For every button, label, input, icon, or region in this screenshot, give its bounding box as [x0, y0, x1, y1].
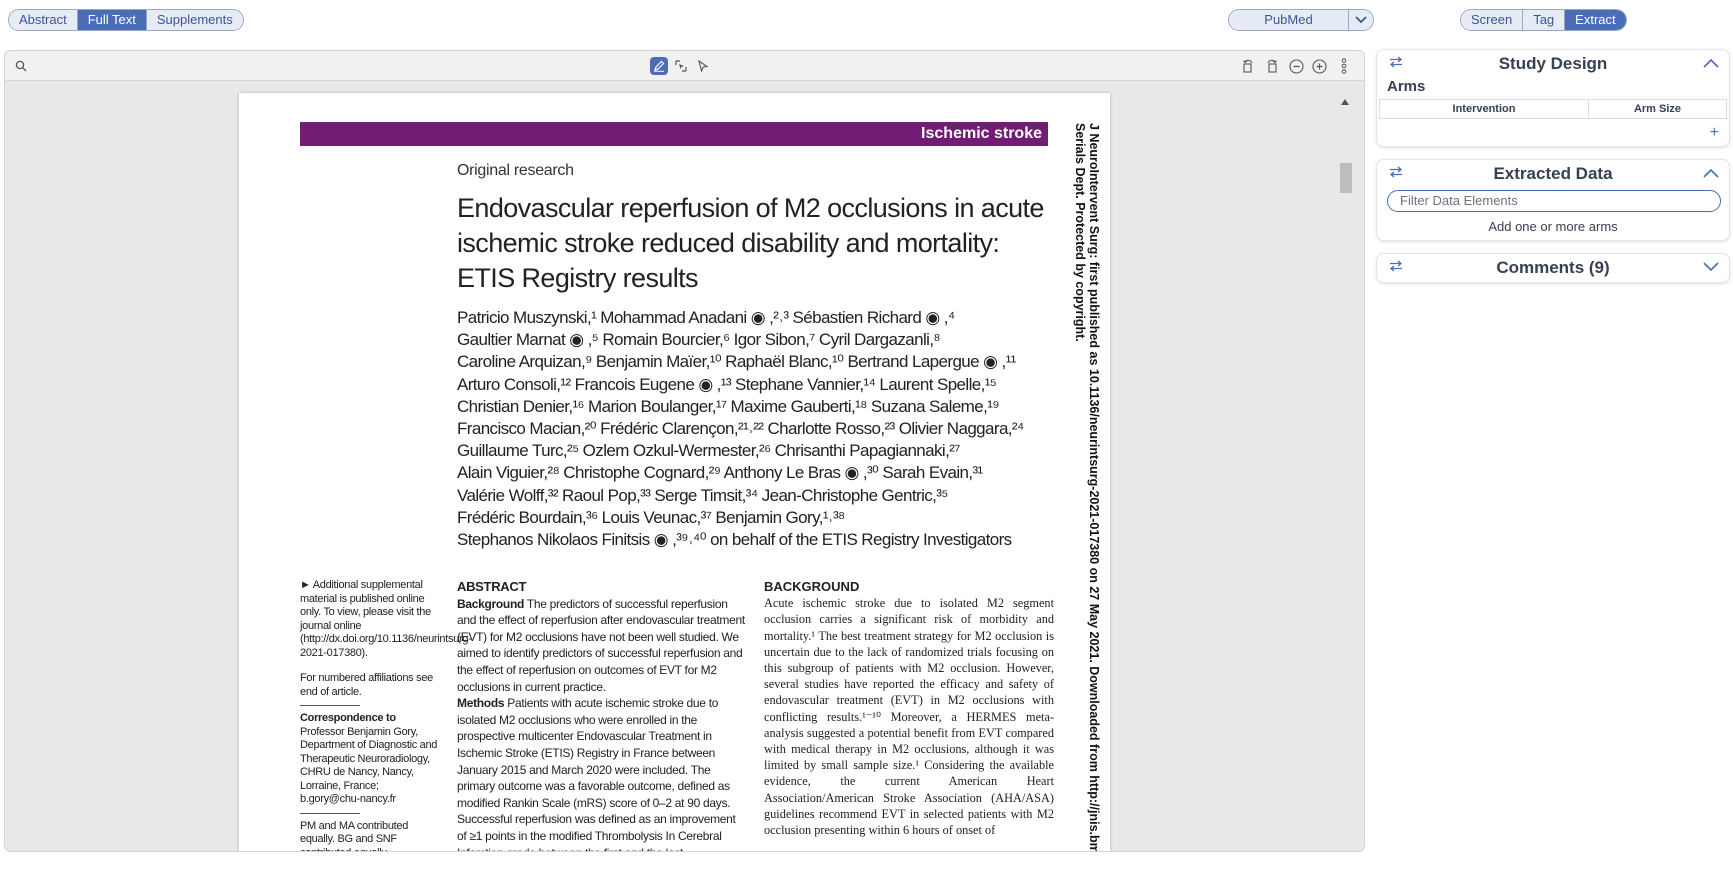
- background-text: Acute ischemic stroke due to isolated M2…: [764, 596, 1054, 838]
- article-title: Endovascular reperfusion of M2 occlusion…: [457, 193, 1044, 293]
- study-design-header[interactable]: Study Design: [1377, 50, 1729, 78]
- author-line: Francisco Macian,²⁰ Frédéric Clarençon,²…: [457, 419, 1024, 439]
- background-section: BACKGROUND Acute ischemic stroke due to …: [764, 579, 1054, 838]
- extracted-data-panel: Extracted Data Filter Data Elements Add …: [1376, 159, 1730, 241]
- author-line: Guillaume Turc,²⁵ Ozlem Ozkul-Wermester,…: [457, 441, 960, 461]
- author-line: Patricio Muszynski,¹ Mohammad Anadani ◉ …: [457, 308, 955, 327]
- divider: [300, 705, 360, 706]
- affiliations-note: For numbered affiliations see end of art…: [300, 672, 433, 698]
- correspondence-text: Professor Benjamin Gory, Department of D…: [300, 725, 438, 806]
- arm-size-column: Arm Size: [1633, 103, 1682, 115]
- tab-tag[interactable]: Tag: [1523, 10, 1566, 30]
- comments-header[interactable]: Comments (9): [1377, 254, 1729, 282]
- empty-state-text: Add one or more arms: [1488, 219, 1618, 234]
- rotated-citation: J NeuroIntervent Surg: first published a…: [1073, 123, 1103, 852]
- document-view-tabs: Abstract Full Text Supplements: [8, 9, 244, 31]
- pdf-viewer: Ischemic stroke Original research Endova…: [4, 50, 1365, 852]
- extracted-data-title: Extracted Data: [1493, 164, 1613, 183]
- author-line: Arturo Consoli,¹² Francois Eugene ◉ ,¹³ …: [457, 374, 997, 394]
- abstract-background-text: The predictors of successful reperfusion…: [457, 596, 745, 694]
- article-section: Original research: [457, 162, 574, 179]
- copyright-line: Serials Dept. Protected by copyright.: [1073, 123, 1087, 342]
- pdf-toolbar: [5, 51, 1364, 81]
- pdf-page: Ischemic stroke Original research Endova…: [239, 93, 1110, 852]
- top-bar: Abstract Full Text Supplements PubMed Sc…: [0, 0, 1733, 40]
- correspondence-heading: Correspondence to: [300, 712, 396, 724]
- journal-banner: Ischemic stroke: [300, 122, 1048, 146]
- chevron-up-icon[interactable]: [1703, 58, 1719, 68]
- arms-label: Arms: [1387, 78, 1426, 95]
- author-line: Alain Viguier,²⁸ Christophe Cognard,²⁹ A…: [457, 463, 983, 483]
- intervention-column: Intervention: [1380, 100, 1589, 118]
- pubmed-menu-toggle[interactable]: [1349, 10, 1373, 30]
- banner-label: Ischemic stroke: [921, 125, 1042, 142]
- comments-panel: Comments (9): [1376, 253, 1730, 283]
- chevron-down-icon: [1355, 16, 1367, 24]
- pubmed-dropdown: PubMed: [1228, 9, 1374, 31]
- author-line: Stephanos Nikolaos Finitsis ◉ ,³⁹˒⁴⁰ on …: [457, 530, 1012, 550]
- tab-full-text[interactable]: Full Text: [77, 10, 147, 30]
- more-options-icon[interactable]: [1335, 57, 1353, 75]
- study-design-panel: Study Design Arms Intervention Arm Size …: [1376, 49, 1730, 147]
- pointer-icon[interactable]: [694, 57, 712, 75]
- rotate-right-icon[interactable]: [1263, 57, 1281, 75]
- tab-supplements[interactable]: Supplements: [146, 10, 243, 30]
- author-line: Valérie Wolff,³² Raoul Pop,³³ Serge Tims…: [457, 485, 948, 505]
- abstract: ABSTRACT Background The predictors of su…: [457, 579, 747, 851]
- extracted-data-header[interactable]: Extracted Data: [1377, 160, 1729, 188]
- abstract-background-heading: Background: [457, 596, 525, 611]
- author-list: Patricio Muszynski,¹ Mohammad Anadani ◉ …: [457, 307, 1047, 551]
- pubmed-button[interactable]: PubMed: [1229, 10, 1349, 30]
- vertical-scrollbar[interactable]: [1337, 93, 1353, 851]
- supplemental-note: ► Additional supplemental material is pu…: [300, 579, 472, 659]
- scroll-up-icon[interactable]: [1341, 99, 1349, 105]
- contribution-note: PM and MA contributed equally. BG and SN…: [300, 819, 409, 852]
- tab-abstract[interactable]: Abstract: [9, 10, 78, 30]
- citation-line: J NeuroIntervent Surg: first published a…: [1087, 123, 1101, 852]
- scroll-thumb[interactable]: [1340, 163, 1352, 193]
- chevron-down-icon[interactable]: [1703, 262, 1719, 272]
- divider: [300, 812, 360, 814]
- zoom-out-icon[interactable]: [1287, 57, 1305, 75]
- comments-title: Comments (9): [1496, 258, 1610, 277]
- side-notes: ► Additional supplemental material is pu…: [300, 579, 472, 852]
- search-icon[interactable]: [12, 57, 30, 75]
- tab-extract[interactable]: Extract: [1565, 10, 1626, 30]
- author-line: Gaultier Marnat ◉ ,⁵ Romain Bourcier,⁶ I…: [457, 330, 941, 350]
- abstract-methods-heading: Methods: [457, 696, 505, 711]
- tab-screen[interactable]: Screen: [1461, 10, 1524, 30]
- background-heading: BACKGROUND: [764, 579, 860, 594]
- study-design-title: Study Design: [1498, 54, 1608, 73]
- select-region-icon[interactable]: [672, 57, 690, 75]
- annotate-pen-icon[interactable]: [650, 57, 668, 75]
- add-arm-button[interactable]: +: [1710, 124, 1719, 142]
- rotate-left-icon[interactable]: [1239, 57, 1257, 75]
- chevron-up-icon[interactable]: [1703, 168, 1719, 178]
- author-line: Caroline Arquizan,⁹ Benjamin Maïer,¹⁰ Ra…: [457, 352, 1016, 372]
- filter-data-elements-input[interactable]: Filter Data Elements: [1387, 190, 1721, 212]
- mode-tabs: Screen Tag Extract: [1460, 9, 1627, 31]
- zoom-in-icon[interactable]: [1310, 57, 1328, 75]
- author-line: Christian Denier,¹⁶ Marion Boulanger,¹⁷ …: [457, 396, 1000, 416]
- author-line: Frédéric Bourdain,³⁶ Louis Veunac,³⁷ Ben…: [457, 507, 845, 527]
- abstract-heading: ABSTRACT: [457, 579, 527, 594]
- arms-table-header: Intervention Arm Size: [1379, 99, 1727, 119]
- abstract-methods-text: Patients with acute ischemic stroke due …: [457, 696, 736, 851]
